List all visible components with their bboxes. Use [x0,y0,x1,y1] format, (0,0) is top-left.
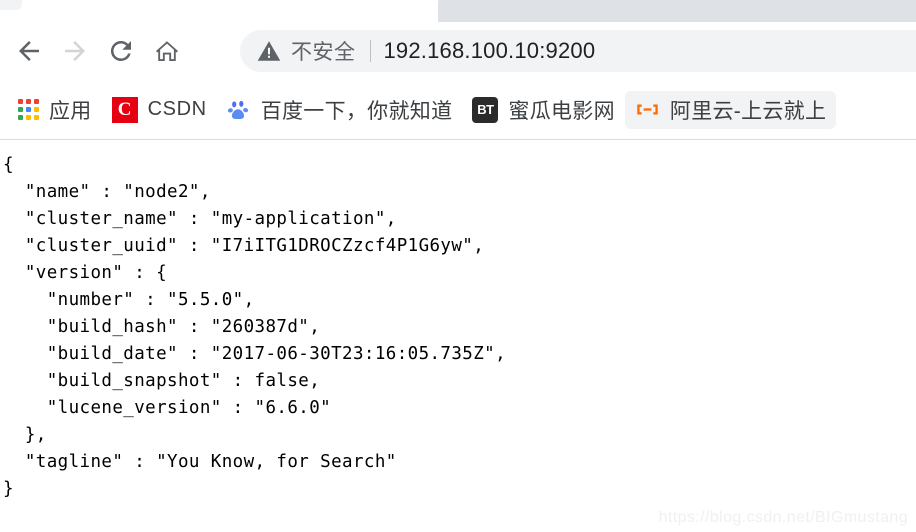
reload-button[interactable] [98,28,144,74]
back-button[interactable] [6,28,52,74]
url-text[interactable]: 192.168.100.10:9200 [384,38,596,64]
bookmarks-bar: 应用 C CSDN 百度一下，你就知道 BT 蜜瓜电影网 阿里云-上云就上 [0,80,916,140]
tab-active[interactable] [0,0,22,10]
warning-triangle-icon[interactable] [256,38,282,64]
baidu-paw-icon [227,100,248,119]
bookmark-apps[interactable]: 应用 [8,91,102,129]
omnibox-divider [369,40,371,62]
home-icon [156,41,178,61]
bookmark-label: 应用 [49,99,92,123]
tab-inactive[interactable] [438,0,916,22]
bt-icon: BT [472,96,499,123]
apps-grid-icon [18,99,39,120]
reload-icon [110,40,131,61]
back-arrow-icon [19,41,39,61]
forward-button[interactable] [52,28,98,74]
bookmark-label: 蜜瓜电影网 [508,99,615,123]
page-content: { "name" : "node2", "cluster_name" : "my… [0,140,916,531]
csdn-icon: C [111,96,138,123]
bookmark-label: CSDN [147,98,207,120]
bookmark-label: 百度一下，你就知道 [260,99,453,123]
home-button[interactable] [144,28,190,74]
bookmark-aliyun[interactable]: 阿里云-上云就上 [624,90,837,129]
address-bar[interactable]: 不安全 192.168.100.10:9200 [240,30,916,72]
forward-arrow-icon [65,41,85,61]
aliyun-icon [637,104,658,115]
bookmark-label: 阿里云-上云就上 [669,99,827,123]
bookmark-csdn[interactable]: C CSDN [102,91,217,129]
bookmark-baidu[interactable]: 百度一下，你就知道 [217,91,463,129]
browser-window: 不安全 192.168.100.10:9200 应用 C CSDN 百度一下，你… [0,0,916,532]
json-response-body: { "name" : "node2", "cluster_name" : "my… [3,155,507,499]
watermark-text: https://blog.csdn.net/BIGmustang [658,509,908,526]
tab-strip [0,0,916,22]
security-status-text: 不安全 [291,41,356,64]
bookmark-migua[interactable]: BT 蜜瓜电影网 [462,91,625,129]
browser-toolbar: 不安全 192.168.100.10:9200 [0,22,916,80]
